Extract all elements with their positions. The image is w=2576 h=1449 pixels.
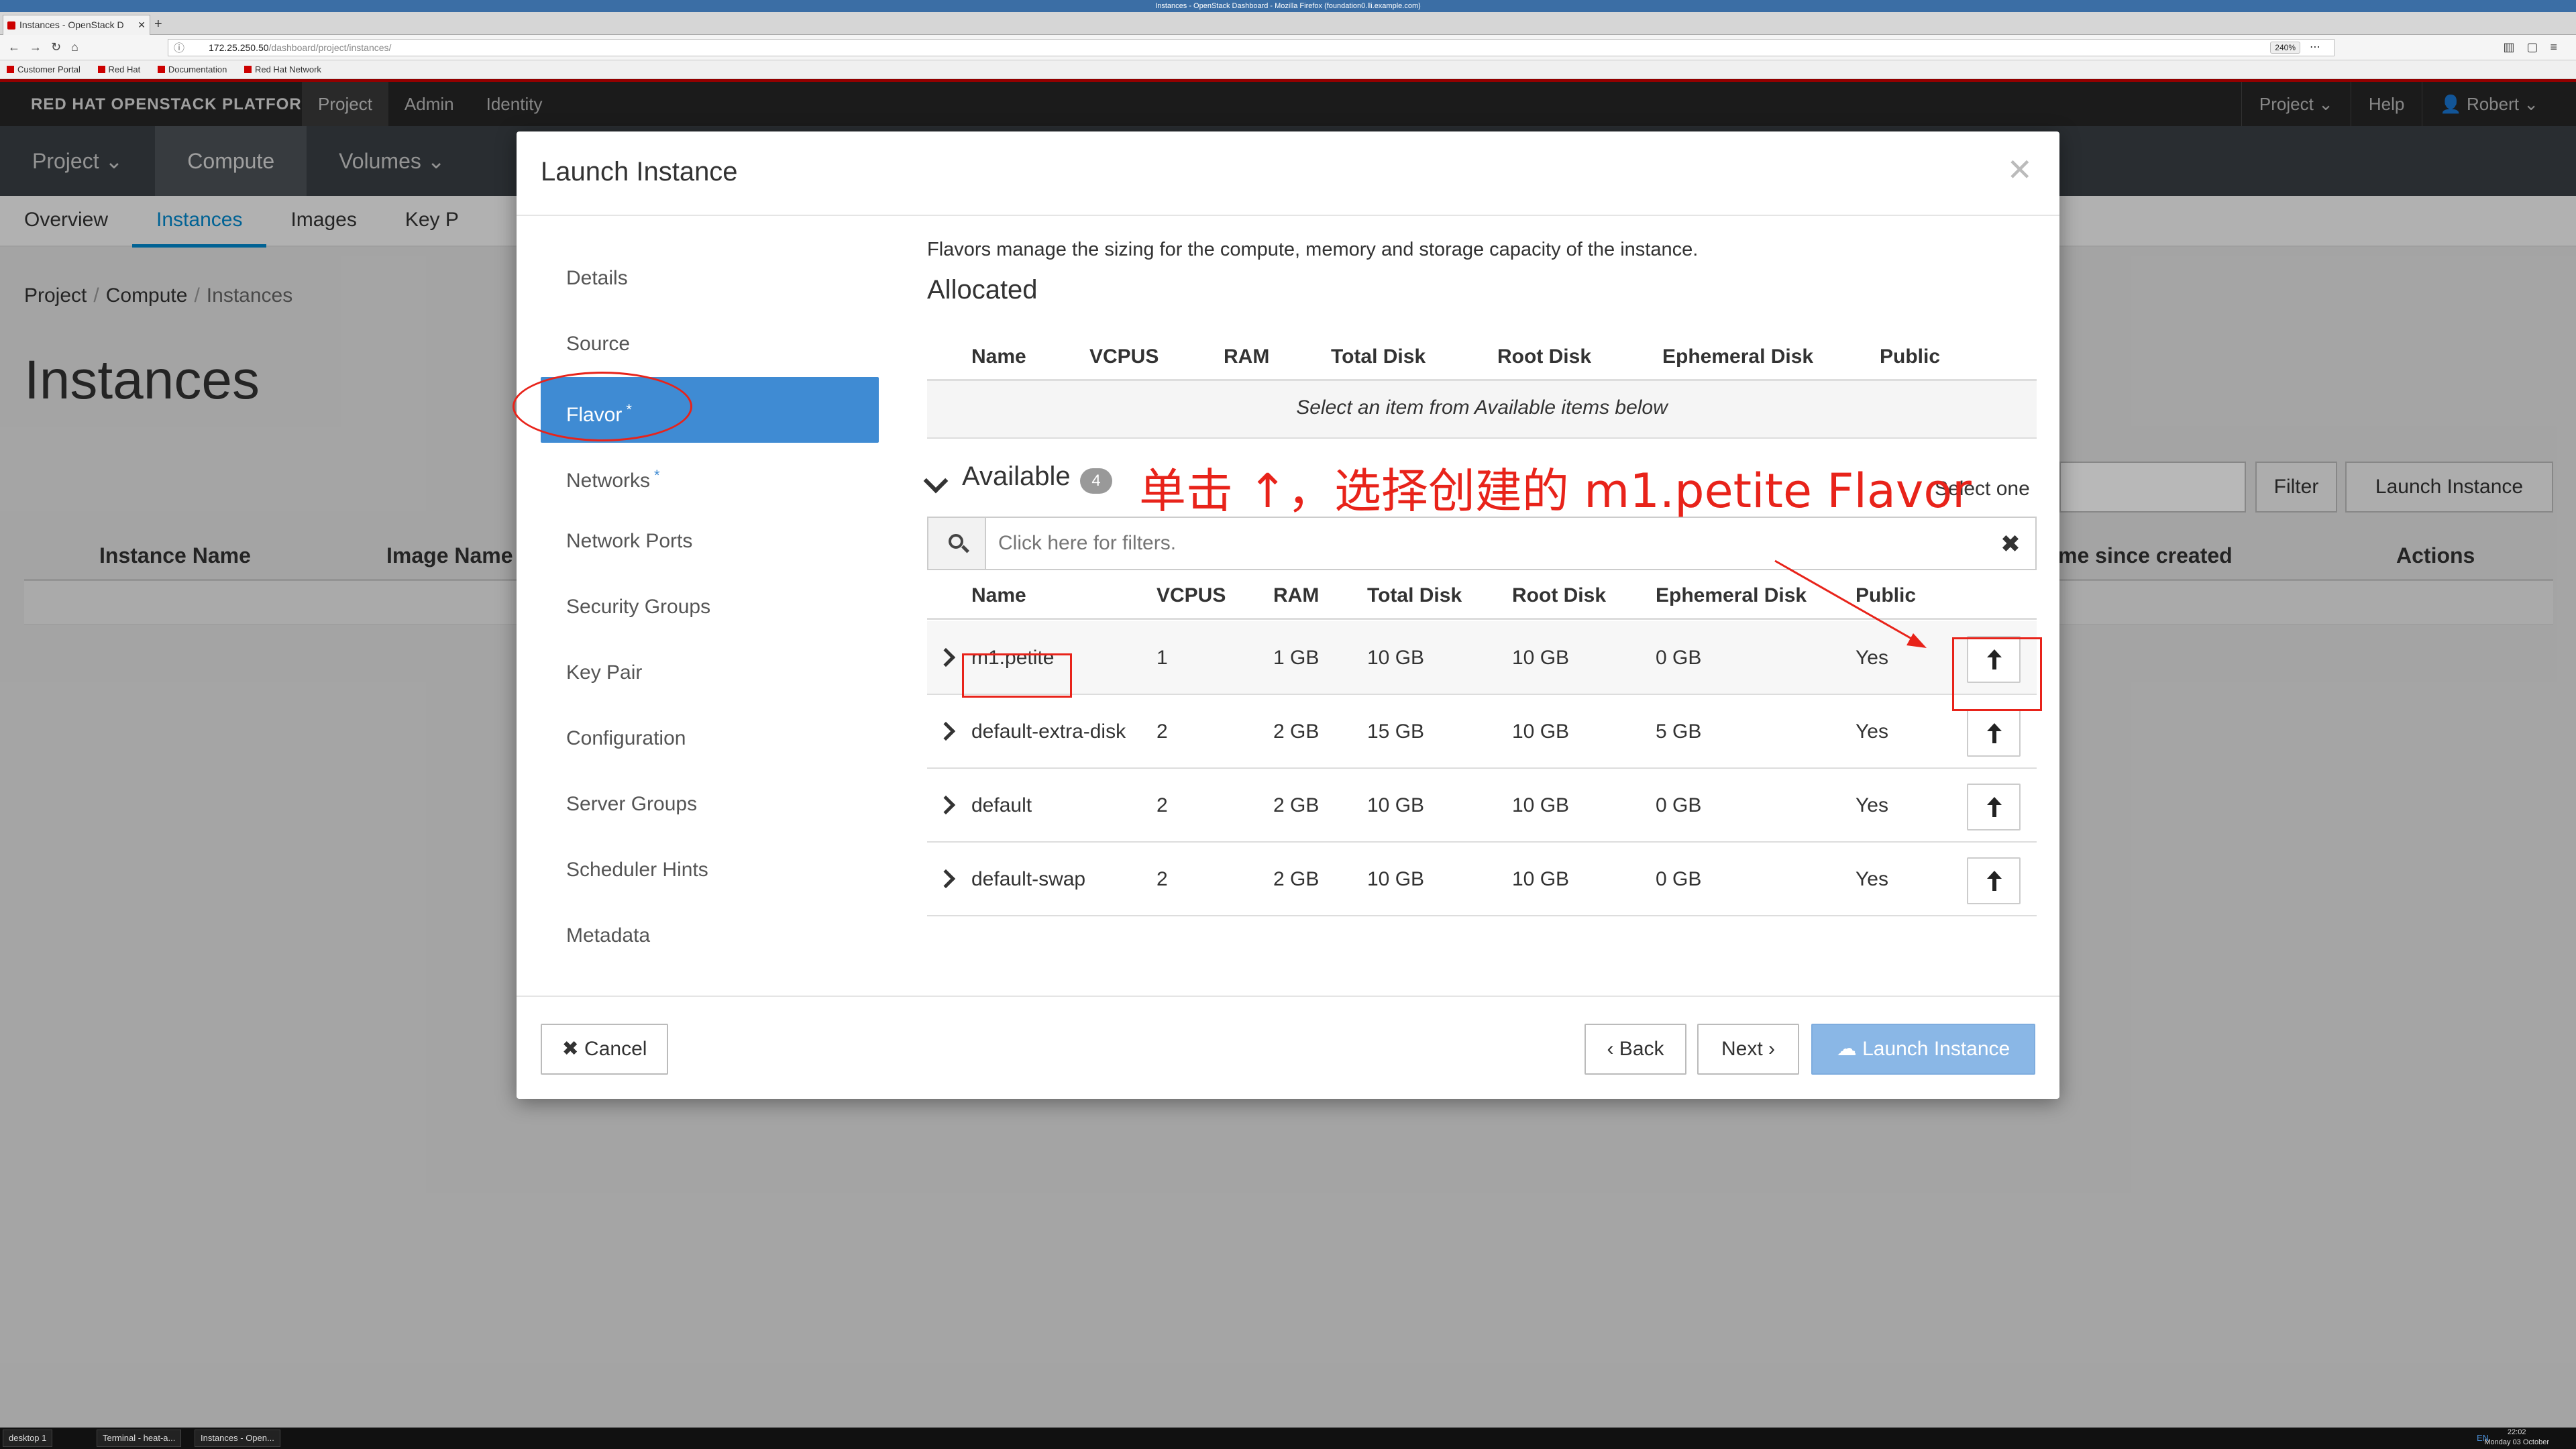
allocated-empty-message: Select an item from Available items belo… [927, 381, 2037, 439]
bookmark-icon [97, 66, 105, 73]
allocate-button-highlight-box [1952, 637, 2042, 711]
allocate-button[interactable] [1967, 857, 2021, 904]
step-key-pair[interactable]: Key Pair [541, 640, 879, 706]
taskbar-item[interactable]: desktop 1 [3, 1430, 53, 1447]
filter-bar: ✖ [927, 517, 2037, 570]
chevron-right-icon[interactable] [936, 795, 956, 815]
browser-menu-icons[interactable]: ▥▢≡ [2503, 40, 2569, 54]
url-host: 172.25.250.50 [209, 42, 269, 53]
allocate-button[interactable] [1967, 710, 2021, 757]
allocated-table-header: Name VCPUS RAM Total Disk Root Disk Ephe… [927, 333, 2037, 381]
search-icon [928, 518, 986, 569]
bookmark-item[interactable]: Red Hat Network [244, 64, 321, 74]
chevron-right-icon[interactable] [936, 721, 956, 741]
step-configuration[interactable]: Configuration [541, 706, 879, 771]
window-title-bar: Instances - OpenStack Dashboard - Mozill… [0, 0, 2576, 12]
forward-arrow-icon[interactable]: → [30, 40, 42, 54]
step-source[interactable]: Source [541, 311, 879, 377]
back-button[interactable]: ‹ Back [1585, 1024, 1686, 1075]
bookmark-item[interactable]: Documentation [157, 64, 227, 74]
flavor-filter-input[interactable] [998, 518, 1964, 569]
table-row[interactable]: default-extra-disk 2 2 GB 15 GB 10 GB 5 … [927, 695, 2037, 769]
step-scheduler-hints[interactable]: Scheduler Hints [541, 837, 879, 903]
chevron-right-icon[interactable] [936, 869, 956, 889]
available-table-header: Name VCPUS RAM Total Disk Root Disk Ephe… [927, 572, 2037, 620]
bookmark-item[interactable]: Customer Portal [7, 64, 80, 74]
bookmark-item[interactable]: Red Hat [97, 64, 140, 74]
available-count-badge: 4 [1080, 468, 1112, 494]
m1-petite-highlight-box [962, 653, 1072, 698]
available-title: Available [962, 462, 1071, 491]
url-bar[interactable]: ⓘ 172.25.250.50/dashboard/project/instan… [168, 39, 2334, 56]
chevron-right-icon[interactable] [936, 647, 956, 667]
modal-footer: ✖ Cancel ‹ Back Next › ☁ Launch Instance [517, 996, 2059, 1099]
clear-filter-icon[interactable]: ✖ [2000, 530, 2021, 558]
chevron-down-icon [923, 468, 949, 494]
taskbar: desktop 1 Terminal - heat-a... Instances… [0, 1428, 2576, 1449]
step-network-ports[interactable]: Network Ports [541, 508, 879, 574]
required-marker: * [654, 467, 660, 484]
allocate-button[interactable] [1967, 784, 2021, 830]
table-row[interactable]: default-swap 2 2 GB 10 GB 10 GB 0 GB Yes [927, 843, 2037, 916]
tab-title: Instances - OpenStack D [19, 19, 124, 30]
step-networks[interactable]: Networks * [541, 443, 879, 508]
modal-header: Launch Instance ✕ [517, 131, 2059, 216]
tab-close-icon[interactable]: ✕ [138, 15, 146, 34]
clock[interactable]: 22:02 Monday 03 October [2484, 1428, 2549, 1448]
url-path: /dashboard/project/instances/ [268, 42, 392, 53]
modal-title: Launch Instance [541, 157, 738, 186]
zoom-level[interactable]: 240% [2270, 42, 2300, 54]
tab-strip: Instances - OpenStack D ✕ + [0, 12, 2576, 35]
step-server-groups[interactable]: Server Groups [541, 771, 879, 837]
launch-instance-submit-button[interactable]: ☁ Launch Instance [1811, 1024, 2035, 1075]
bookmarks-bar: Customer Portal Red Hat Documentation Re… [0, 60, 2576, 79]
allocated-title: Allocated [927, 275, 1038, 305]
instruction-annotation: 单击 ↑，选择创建的 m1.petite Flavor [1139, 464, 1972, 519]
new-tab-icon[interactable]: + [154, 16, 162, 32]
table-row[interactable]: default 2 2 GB 10 GB 10 GB 0 GB Yes [927, 769, 2037, 843]
bookmark-icon [157, 66, 165, 73]
step-details[interactable]: Details [541, 246, 879, 311]
table-row[interactable]: m1.petite 1 1 GB 10 GB 10 GB 0 GB Yes [927, 621, 2037, 695]
wizard-steps: Details Source Flavor * Networks * Network… [541, 246, 879, 969]
bookmark-icon [244, 66, 252, 73]
launch-instance-modal: Launch Instance ✕ Details Source Flavor *… [517, 131, 2059, 1099]
cancel-button[interactable]: ✖ Cancel [541, 1024, 668, 1075]
page-actions-icon[interactable]: ⋯ [2310, 40, 2320, 56]
browser-toolbar: ← → ↻ ⌂ ⓘ 172.25.250.50/dashboard/projec… [0, 35, 2576, 60]
site-info-icon[interactable]: ⓘ [174, 41, 184, 57]
bookmark-icon [7, 66, 14, 73]
back-arrow-icon[interactable]: ← [8, 40, 20, 54]
step-security-groups[interactable]: Security Groups [541, 574, 879, 640]
home-icon[interactable]: ⌂ [71, 40, 78, 54]
taskbar-item[interactable]: Instances - Open... [195, 1430, 280, 1447]
flavor-highlight-ellipse [513, 372, 692, 441]
browser-tab[interactable]: Instances - OpenStack D ✕ [3, 15, 150, 35]
reload-icon[interactable]: ↻ [51, 40, 61, 54]
step-metadata[interactable]: Metadata [541, 903, 879, 969]
taskbar-item[interactable]: Terminal - heat-a... [97, 1430, 182, 1447]
next-button[interactable]: Next › [1697, 1024, 1799, 1075]
tab-favicon-icon [7, 21, 15, 30]
close-icon[interactable]: ✕ [2006, 152, 2033, 188]
flavor-description: Flavors manage the sizing for the comput… [927, 239, 1699, 260]
